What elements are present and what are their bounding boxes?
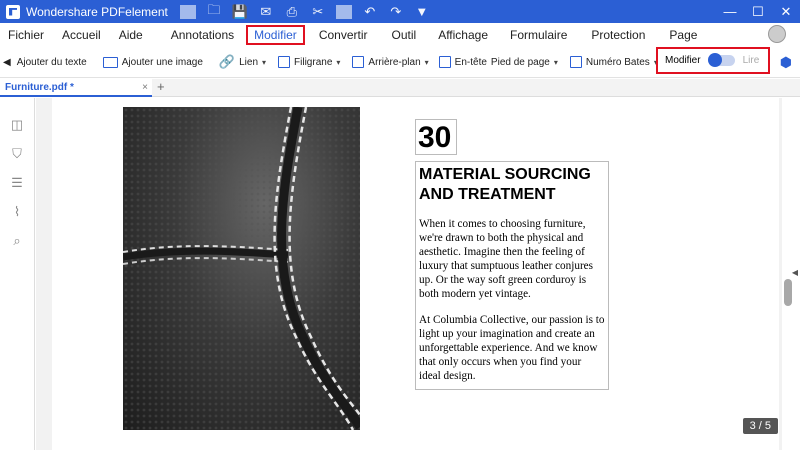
- bates-icon: [569, 56, 582, 68]
- link-button[interactable]: 🔗 Lien ▾: [216, 47, 269, 77]
- expand-right-icon[interactable]: ◀: [792, 268, 798, 277]
- background-label: Arrière-plan: [368, 56, 421, 68]
- add-image-button[interactable]: Ajouter une image: [100, 47, 206, 77]
- page-indicator: 3 / 5: [742, 418, 778, 434]
- bates-label: Numéro Bates: [585, 56, 650, 68]
- add-tab-button[interactable]: +: [157, 79, 165, 95]
- save-icon[interactable]: 💾: [232, 4, 248, 20]
- mode-toggle[interactable]: [707, 53, 735, 67]
- scissors-icon[interactable]: ✂: [310, 4, 326, 20]
- page-number-textbox[interactable]: 30: [415, 119, 457, 155]
- header-footer-button[interactable]: En-tête Pied de page ▾: [436, 47, 561, 77]
- section-heading: MATERIAL SOURCING AND TREATMENT: [419, 166, 591, 203]
- chevron-down-icon: ▾: [262, 57, 267, 67]
- menu-aide[interactable]: Aide: [113, 25, 149, 45]
- leather-stitching-image: [123, 107, 360, 430]
- watermark-icon: [278, 56, 291, 68]
- tab-bar: Furniture.pdf * × +: [0, 79, 800, 97]
- chevron-down-icon: ▾: [336, 57, 341, 67]
- edit-mode-label: Modifier: [665, 55, 701, 66]
- mail-icon[interactable]: ✉: [258, 4, 274, 20]
- link-label: Lien: [239, 56, 259, 68]
- app-logo-icon: [6, 4, 20, 19]
- document-tab-label: Furniture.pdf *: [5, 81, 74, 93]
- redo-icon[interactable]: ↷: [388, 4, 404, 20]
- print-icon[interactable]: ⎙: [284, 4, 300, 20]
- header-footer-icon: [438, 56, 451, 68]
- menu-accueil[interactable]: Accueil: [56, 25, 107, 45]
- content-textbox[interactable]: MATERIAL SOURCING AND TREATMENT When it …: [415, 161, 609, 390]
- menu-convertir[interactable]: Convertir: [313, 25, 374, 45]
- bookmark-icon[interactable]: ⛉: [10, 147, 24, 161]
- window-controls: — ☐ ✕: [716, 4, 800, 20]
- footer-label: Pied de page: [490, 56, 550, 68]
- title-bar: Wondershare PDFelement 🗀 💾 ✉ ⎙ ✂ ↶ ↷ ▼ —…: [0, 0, 800, 23]
- chevron-down-icon: ▾: [424, 57, 429, 67]
- menu-bar: Fichier Accueil Aide Annotations Modifie…: [0, 23, 800, 47]
- search-icon[interactable]: ⌕: [10, 234, 24, 248]
- leather-photo[interactable]: [123, 107, 360, 430]
- folder-icon[interactable]: 🗀: [206, 1, 222, 23]
- document-tab[interactable]: Furniture.pdf * ×: [0, 79, 152, 97]
- menu-fichier[interactable]: Fichier: [2, 25, 50, 45]
- menu-modifier[interactable]: Modifier: [246, 25, 305, 45]
- menu-formulaire[interactable]: Formulaire: [504, 25, 573, 45]
- background-icon: [352, 56, 365, 68]
- app-title: Wondershare PDFelement: [26, 4, 168, 19]
- paragraph-1: When it comes to choosing furniture, we'…: [419, 218, 593, 300]
- separator: [179, 4, 196, 19]
- bates-number-button[interactable]: Numéro Bates ▾: [567, 47, 661, 77]
- maximize-button[interactable]: ☐: [744, 4, 772, 20]
- watermark-label: Filigrane: [294, 56, 333, 68]
- comment-icon[interactable]: ☰: [10, 176, 24, 190]
- undo-icon[interactable]: ↶: [362, 4, 378, 20]
- add-text-button[interactable]: Ajouter du texte: [14, 47, 90, 77]
- vertical-scrollbar[interactable]: [784, 279, 792, 306]
- close-button[interactable]: ✕: [772, 4, 800, 20]
- close-icon[interactable]: ×: [142, 82, 148, 93]
- add-text-label: Ajouter du texte: [16, 56, 87, 68]
- settings-icon[interactable]: ⬢: [780, 54, 792, 71]
- left-sidebar: ◫ ⛉ ☰ ⌇ ⌕: [0, 98, 35, 450]
- chevron-down-icon: ▾: [553, 57, 558, 67]
- menu-affichage[interactable]: Affichage: [432, 25, 494, 45]
- thumbnail-icon[interactable]: ◫: [10, 118, 24, 132]
- paragraph-2: At Columbia Collective, our passion is t…: [419, 314, 605, 382]
- background-button[interactable]: Arrière-plan ▾: [349, 47, 431, 77]
- menu-page[interactable]: Page: [663, 25, 703, 45]
- quick-access-toolbar: 🗀 💾 ✉ ⎙ ✂ ↶ ↷ ▼: [179, 1, 430, 23]
- menu-outil[interactable]: Outil: [386, 25, 423, 45]
- edit-mode-switch: Modifier Lire: [656, 47, 770, 74]
- add-image-label: Ajouter une image: [121, 56, 203, 68]
- link-icon: 🔗: [218, 54, 236, 69]
- read-mode-label: Lire: [742, 55, 760, 66]
- chevron-left-icon[interactable]: ◀: [0, 47, 14, 77]
- separator: [335, 4, 352, 19]
- header-label: En-tête: [454, 56, 487, 68]
- watermark-button[interactable]: Filigrane ▾: [275, 47, 343, 77]
- minimize-button[interactable]: —: [716, 4, 744, 20]
- menu-annotations[interactable]: Annotations: [165, 25, 240, 45]
- dropdown-icon[interactable]: ▼: [414, 4, 430, 19]
- attachment-icon[interactable]: ⌇: [10, 205, 24, 219]
- menu-protection[interactable]: Protection: [585, 25, 651, 45]
- image-icon: [102, 56, 118, 68]
- avatar[interactable]: [768, 25, 786, 43]
